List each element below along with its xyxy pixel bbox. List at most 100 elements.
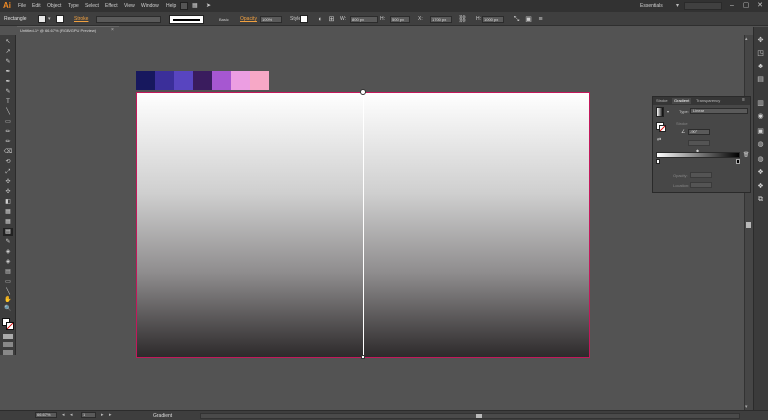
opacity-label[interactable]: Opacity — [240, 16, 257, 22]
stroke-panel-icon[interactable]: ◉ — [756, 113, 765, 121]
opacity-field[interactable]: 100% — [260, 16, 282, 23]
gradient-stop-black[interactable] — [736, 159, 740, 164]
mesh-tool-icon[interactable]: ▦ — [3, 218, 13, 226]
hand-tool-icon[interactable]: ✋ — [3, 296, 13, 304]
paintbrush-tool-icon[interactable]: ✏ — [3, 128, 13, 136]
align-icon[interactable]: ⊞ — [327, 15, 336, 24]
send-icon[interactable]: ➤ — [206, 2, 214, 10]
rotate-tool-icon[interactable]: ⟲ — [3, 158, 13, 166]
stroke-weight-field[interactable] — [96, 16, 161, 23]
symbol-sprayer-tool-icon[interactable]: ◈ — [3, 258, 13, 266]
bridge-icon[interactable] — [180, 2, 188, 10]
brushes-icon[interactable]: ♣ — [756, 63, 765, 71]
lasso-tool-icon[interactable]: ✒ — [3, 68, 13, 76]
color-panel-icon[interactable]: ✥ — [756, 37, 765, 45]
swatch-dark-purple[interactable] — [193, 71, 212, 90]
selection-tool-icon[interactable]: ↖ — [3, 38, 13, 46]
y-field[interactable]: 500 px — [390, 16, 410, 23]
zoom-level-field[interactable]: 66.67% — [35, 412, 57, 418]
horizontal-scroll-thumb[interactable] — [476, 414, 482, 418]
brush-definition-label[interactable]: Basic — [219, 17, 229, 22]
scroll-up-arrow-icon[interactable]: ▴ — [745, 36, 748, 42]
artboard-number-field[interactable]: 1 — [81, 412, 96, 418]
gradient-slider-bar[interactable] — [656, 152, 740, 158]
stroke-color-swatch[interactable] — [56, 15, 64, 23]
gradient-annotator-line[interactable] — [363, 92, 364, 358]
transform-icon[interactable]: ⤡ — [512, 15, 521, 24]
type-tool-icon[interactable]: T — [3, 98, 13, 106]
stroke-color-box[interactable] — [6, 322, 14, 330]
workspace-switcher[interactable]: Essentials — [640, 3, 663, 9]
free-transform-tool-icon[interactable]: ✣ — [3, 188, 13, 196]
variable-width-profile[interactable] — [169, 15, 204, 24]
transparency-icon[interactable]: ◍ — [756, 141, 765, 149]
swatch-light-pink[interactable] — [231, 71, 250, 90]
color-mode-buttons[interactable] — [3, 334, 13, 339]
gradient-thumbnail[interactable] — [656, 107, 664, 117]
delete-stop-icon[interactable]: 🗑 — [743, 152, 749, 158]
stroke-label[interactable]: Stroke — [74, 16, 88, 22]
x-field[interactable]: 1700 px — [430, 16, 452, 23]
horizontal-scrollbar[interactable] — [200, 413, 740, 419]
next-artboard-icon[interactable]: ▸ — [101, 412, 104, 418]
draw-mode-buttons[interactable] — [3, 342, 13, 347]
menu-object[interactable]: Object — [47, 3, 61, 9]
tab-stroke[interactable]: Stroke — [654, 98, 670, 104]
reverse-gradient-icon[interactable]: ⇄ — [657, 137, 661, 143]
h-field[interactable]: 1000 px — [482, 16, 504, 23]
direct-selection-tool-icon[interactable]: ↗ — [3, 48, 13, 56]
gradient-origin-handle[interactable] — [360, 89, 366, 95]
gradient-end-handle[interactable] — [361, 355, 365, 359]
menu-edit[interactable]: Edit — [32, 3, 41, 9]
panel-stroke-box[interactable] — [659, 125, 666, 132]
tab-transparency[interactable]: Transparency — [694, 98, 722, 104]
shape-builder-tool-icon[interactable]: ◧ — [3, 198, 13, 206]
perspective-grid-tool-icon[interactable]: ▦ — [3, 208, 13, 216]
type-select[interactable]: Linear — [690, 108, 748, 114]
width-tool-icon[interactable]: ✣ — [3, 178, 13, 186]
menu-effect[interactable]: Effect — [105, 3, 118, 9]
menu-help[interactable]: Help — [166, 3, 176, 9]
gradient-stop-white[interactable] — [656, 159, 660, 164]
search-help-input[interactable] — [684, 2, 722, 10]
graphic-styles-icon[interactable]: ❖ — [756, 169, 765, 177]
swatch-orchid[interactable] — [212, 71, 231, 90]
artboards-icon[interactable]: ⧉ — [756, 196, 765, 204]
workspace-chevron-icon[interactable]: ▾ — [676, 2, 679, 9]
width-field[interactable]: 800 px — [350, 16, 378, 23]
appearance-icon[interactable]: ◍ — [756, 156, 765, 164]
scale-tool-icon[interactable]: ⤢ — [3, 168, 13, 176]
last-artboard-icon[interactable]: ▸ — [109, 412, 112, 418]
minimize-button[interactable]: – — [728, 2, 736, 10]
curvature-tool-icon[interactable]: ✎ — [3, 88, 13, 96]
first-artboard-icon[interactable]: ◂ — [62, 412, 65, 418]
pencil-tool-icon[interactable]: ✏ — [3, 138, 13, 146]
swatches-icon[interactable]: ▥ — [756, 100, 765, 108]
magic-wand-tool-icon[interactable]: ✎ — [3, 58, 13, 66]
constrain-proportions-icon[interactable]: ⛓ — [458, 15, 467, 24]
eyedropper-tool-icon[interactable]: ✎ — [3, 238, 13, 246]
swatch-blue-violet[interactable] — [174, 71, 193, 90]
angle-field[interactable]: -90° — [688, 129, 710, 135]
menu-view[interactable]: View — [124, 3, 135, 9]
aspect-ratio-field[interactable] — [688, 140, 710, 146]
close-document-icon[interactable]: × — [111, 26, 114, 34]
swatch-pink[interactable] — [250, 71, 269, 90]
recolor-icon[interactable]: ◐ — [316, 15, 325, 24]
stop-location-field[interactable] — [690, 182, 712, 188]
document-tab[interactable]: Untitled-1* @ 66.67% (RGB/GPU Preview) — [17, 26, 119, 34]
slice-tool-icon[interactable]: ╲ — [3, 288, 13, 296]
gradient-thumbnail-chevron-icon[interactable]: ▾ — [667, 109, 669, 114]
gradient-tool-icon[interactable]: ▤ — [3, 228, 13, 236]
control-panel-menu-icon[interactable]: ≡ — [536, 15, 545, 24]
menu-select[interactable]: Select — [85, 3, 99, 9]
layers-icon[interactable]: ❖ — [756, 183, 765, 191]
column-graph-tool-icon[interactable]: ▤ — [3, 268, 13, 276]
rectangle-tool-icon[interactable]: ▭ — [3, 118, 13, 126]
graphic-style-swatch[interactable] — [300, 15, 308, 23]
panel-menu-icon[interactable]: ≡ — [742, 97, 745, 103]
menu-window[interactable]: Window — [141, 3, 159, 9]
pen-tool-icon[interactable]: ✒ — [3, 78, 13, 86]
gradient-panel-icon[interactable]: ▣ — [756, 128, 765, 136]
swatch-navy[interactable] — [136, 71, 155, 90]
